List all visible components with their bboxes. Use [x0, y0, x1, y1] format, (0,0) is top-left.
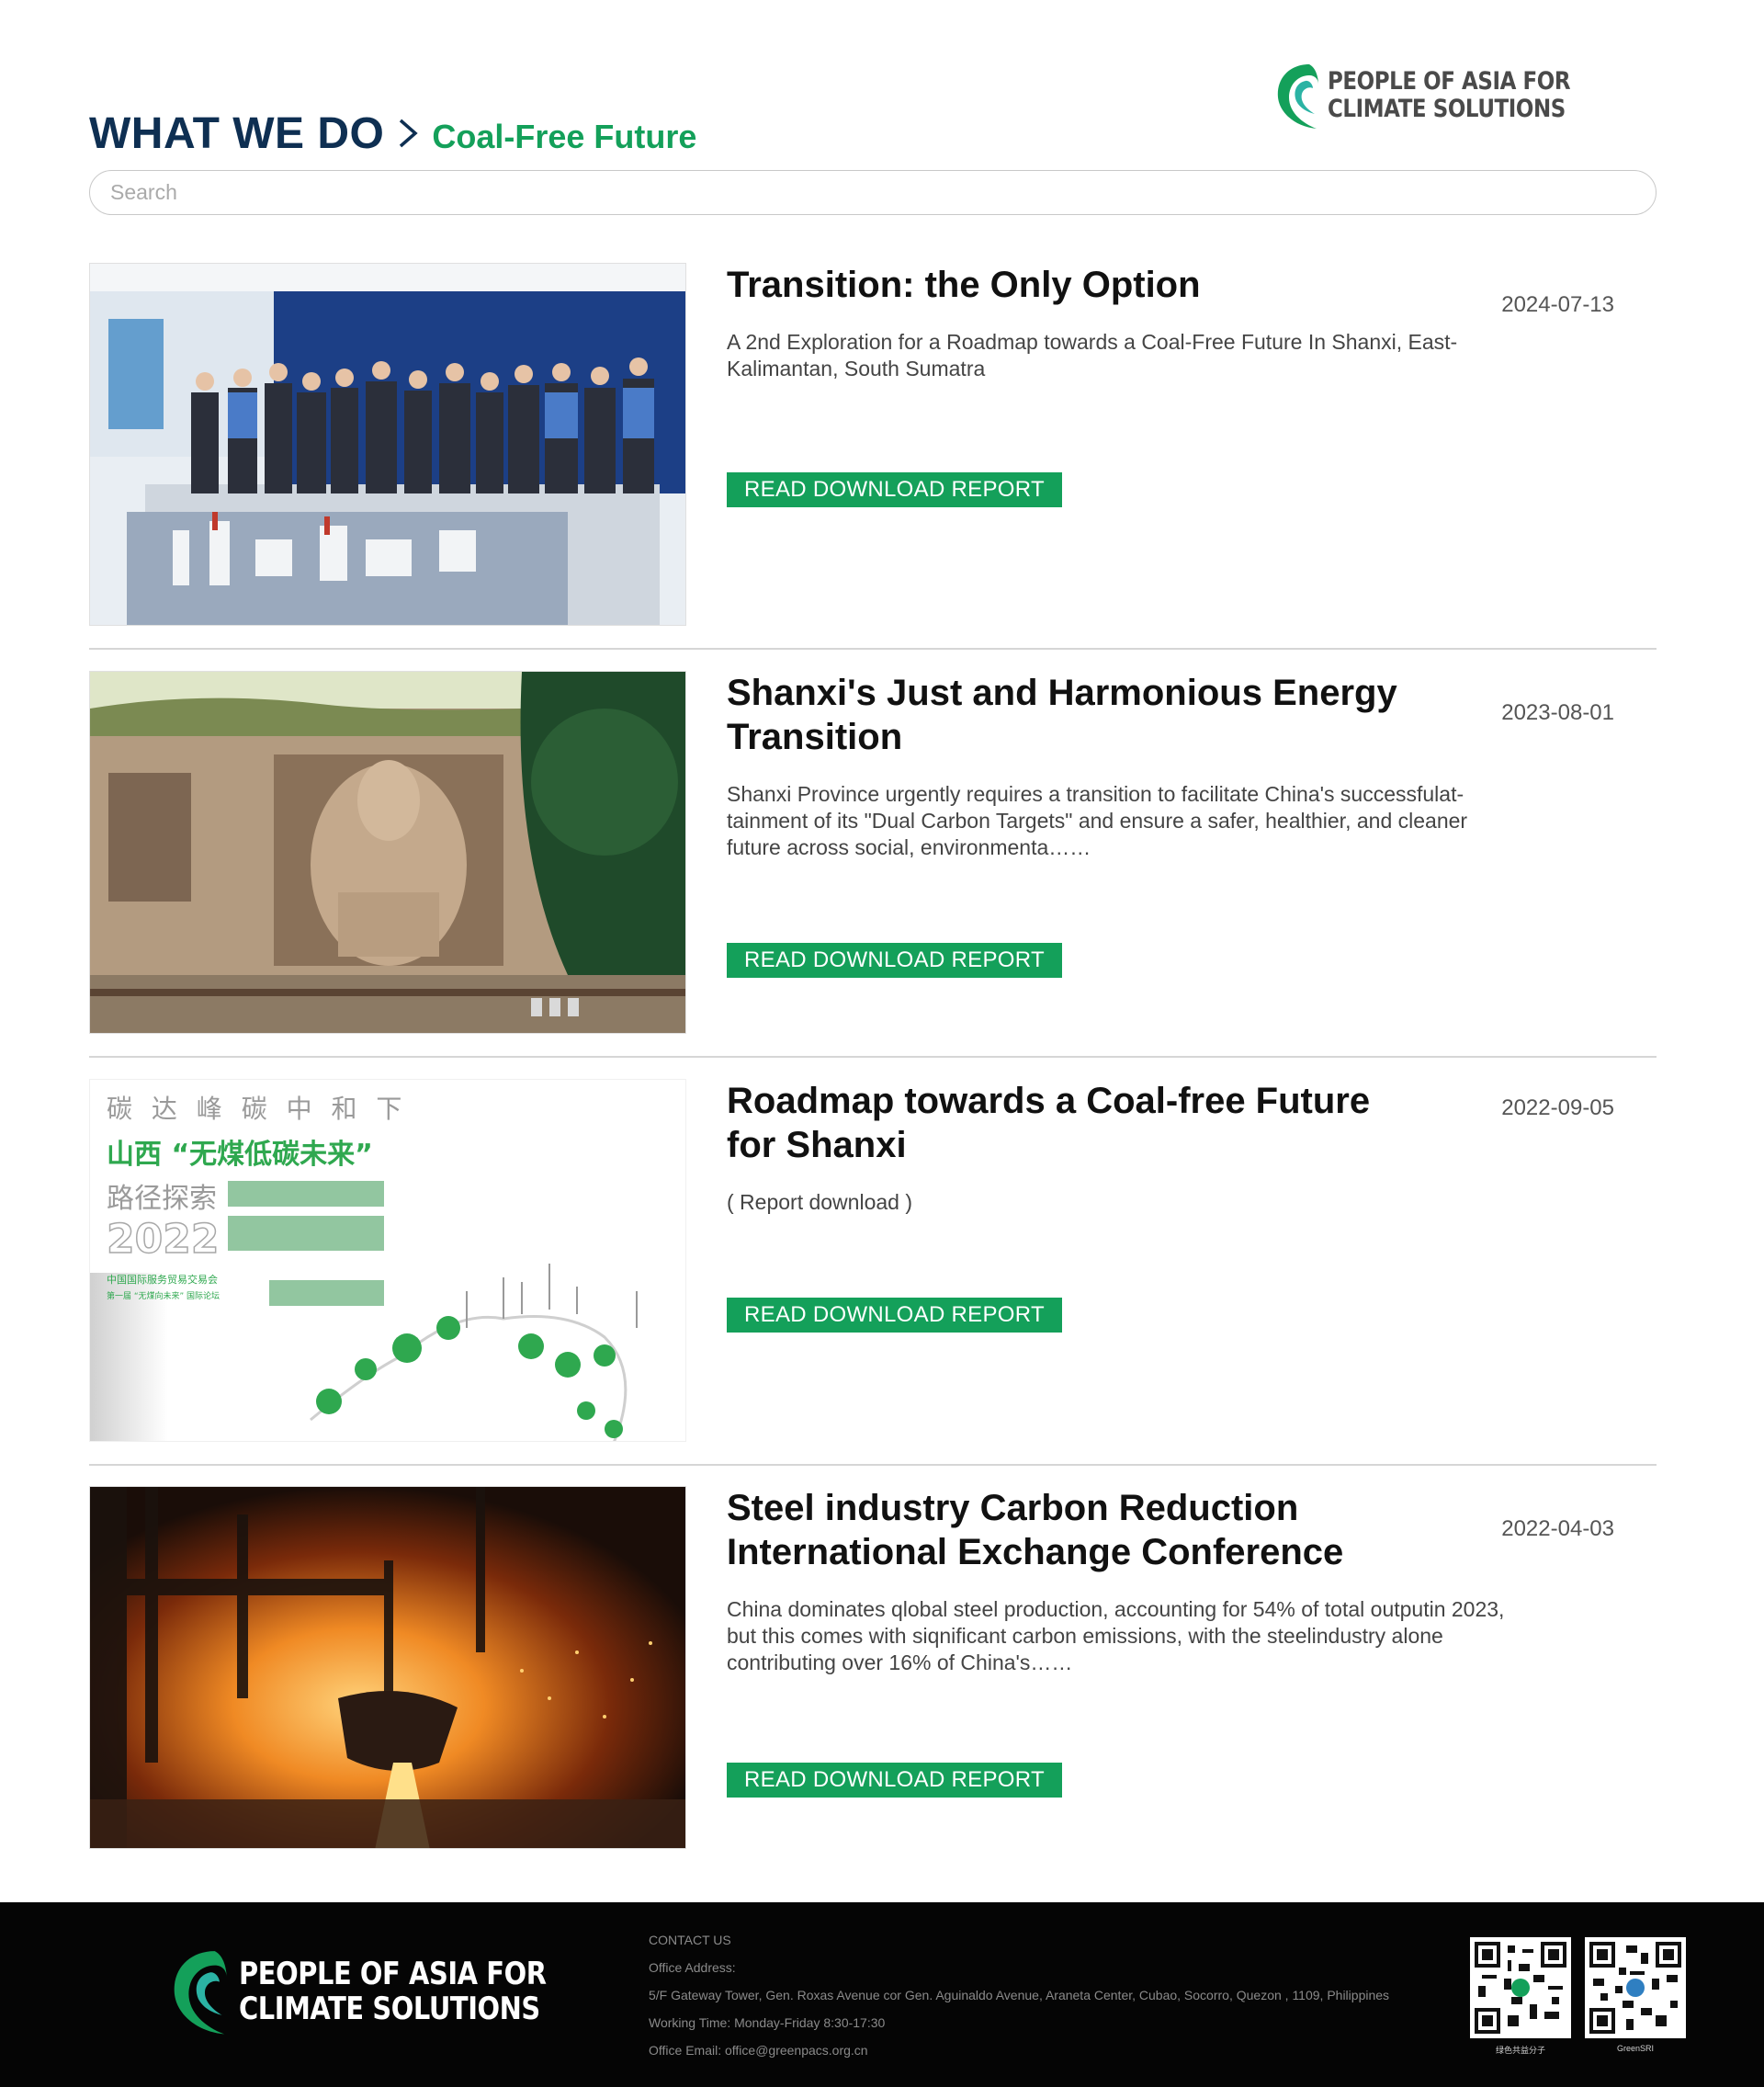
address-label: Office Address: — [649, 1960, 736, 1975]
address-text: 5/F Gateway Tower, Gen. Roxas Avenue cor… — [649, 1988, 1390, 2002]
article-date: 2024-07-13 — [1501, 292, 1614, 317]
article-image[interactable] — [89, 671, 686, 1034]
article-item: Transition: the Only Option A 2nd Explor… — [89, 263, 1657, 626]
article-text: Transition: the Only Option A 2nd Explor… — [727, 263, 1600, 382]
article-description: Shanxi Province urgently requires a tran… — [727, 782, 1468, 859]
page-header: PEOPLE OF ASIA FOR CLIMATE SOLUTIONS WHA… — [89, 0, 1657, 175]
report-cover-text: 碳 达 峰 碳 中 和 下 山西 “无煤低碳未来” 路径探索 2022 中国国际… — [106, 1094, 408, 1301]
brand-name: PEOPLE OF ASIA FOR CLIMATE SOLUTIONS — [1328, 67, 1571, 123]
qr-code-wechat: 绿色共益分子 — [1470, 1937, 1571, 2056]
breadcrumb: WHAT WE DO Coal-Free Future — [89, 108, 696, 159]
read-download-report-button[interactable]: READ DOWNLOAD REPORT — [727, 1298, 1062, 1333]
breadcrumb-current: Coal-Free Future — [432, 118, 697, 155]
footer-brand-name: PEOPLE OF ASIA FOR CLIMATE SOLUTIONS — [239, 1956, 547, 2027]
footer-brand-logo[interactable]: PEOPLE OF ASIA FOR CLIMATE SOLUTIONS — [167, 1946, 601, 2036]
article-image[interactable] — [89, 263, 686, 626]
wave-logo-icon — [174, 1951, 227, 2035]
chevron-right-icon — [393, 115, 428, 152]
article-text: Shanxi's Just and Harmonious Energy Tran… — [727, 671, 1600, 861]
article-item: Steel industry Carbon Reduction Internat… — [89, 1486, 1657, 1849]
article-date: 2022-04-03 — [1501, 1516, 1614, 1541]
read-download-report-button[interactable]: READ DOWNLOAD REPORT — [727, 1763, 1062, 1798]
wave-logo-icon — [1278, 64, 1319, 129]
contact-heading: CONTACT US — [649, 1933, 731, 1947]
divider — [89, 648, 1657, 650]
article-image[interactable]: 碳 达 峰 碳 中 和 下 山西 “无煤低碳未来” 路径探索 2022 中国国际… — [89, 1079, 686, 1442]
read-download-report-button[interactable]: READ DOWNLOAD REPORT — [727, 943, 1062, 978]
article-description: ( Report download ) — [727, 1190, 912, 1214]
contact-info: CONTACT US Office Address: 5/F Gateway T… — [649, 1926, 1389, 2064]
article-description: A 2nd Exploration for a Roadmap towards … — [727, 330, 1458, 380]
read-download-report-button[interactable]: READ DOWNLOAD REPORT — [727, 472, 1062, 507]
qr-code-icon — [1470, 1937, 1571, 2038]
working-hours: Working Time: Monday-Friday 8:30-17:30 — [649, 2015, 886, 2030]
article-text: Roadmap towards a Coal-free Future for S… — [727, 1079, 1600, 1216]
divider — [89, 1056, 1657, 1058]
email-link[interactable]: Office Email: office@greenpacs.org.cn — [649, 2036, 1389, 2064]
qr-code-icon — [1585, 1937, 1686, 2038]
article-title[interactable]: Steel industry Carbon Reduction Internat… — [727, 1486, 1425, 1574]
article-date: 2023-08-01 — [1501, 700, 1614, 725]
article-title[interactable]: Roadmap towards a Coal-free Future for S… — [727, 1079, 1425, 1167]
article-image[interactable] — [89, 1486, 686, 1849]
qr-label: 绿色共益分子 — [1495, 2046, 1545, 2055]
qr-label: GreenSRI — [1616, 2044, 1655, 2053]
qr-code-greensri: GreenSRI — [1585, 1937, 1686, 2053]
article-description: China dominates qlobal steel production,… — [727, 1597, 1505, 1674]
article-title[interactable]: Transition: the Only Option — [727, 263, 1425, 307]
footer: PEOPLE OF ASIA FOR CLIMATE SOLUTIONS CON… — [0, 1902, 1764, 2087]
divider — [89, 1464, 1657, 1466]
article-text: Steel industry Carbon Reduction Internat… — [727, 1486, 1600, 1676]
article-item: 碳 达 峰 碳 中 和 下 山西 “无煤低碳未来” 路径探索 2022 中国国际… — [89, 1079, 1657, 1442]
breadcrumb-section[interactable]: WHAT WE DO — [89, 108, 384, 159]
brand-logo[interactable]: PEOPLE OF ASIA FOR CLIMATE SOLUTIONS — [1272, 61, 1613, 130]
article-date: 2022-09-05 — [1501, 1095, 1614, 1120]
article-title[interactable]: Shanxi's Just and Harmonious Energy Tran… — [727, 671, 1425, 759]
article-item: Shanxi's Just and Harmonious Energy Tran… — [89, 671, 1657, 1034]
search-input[interactable] — [89, 170, 1657, 215]
